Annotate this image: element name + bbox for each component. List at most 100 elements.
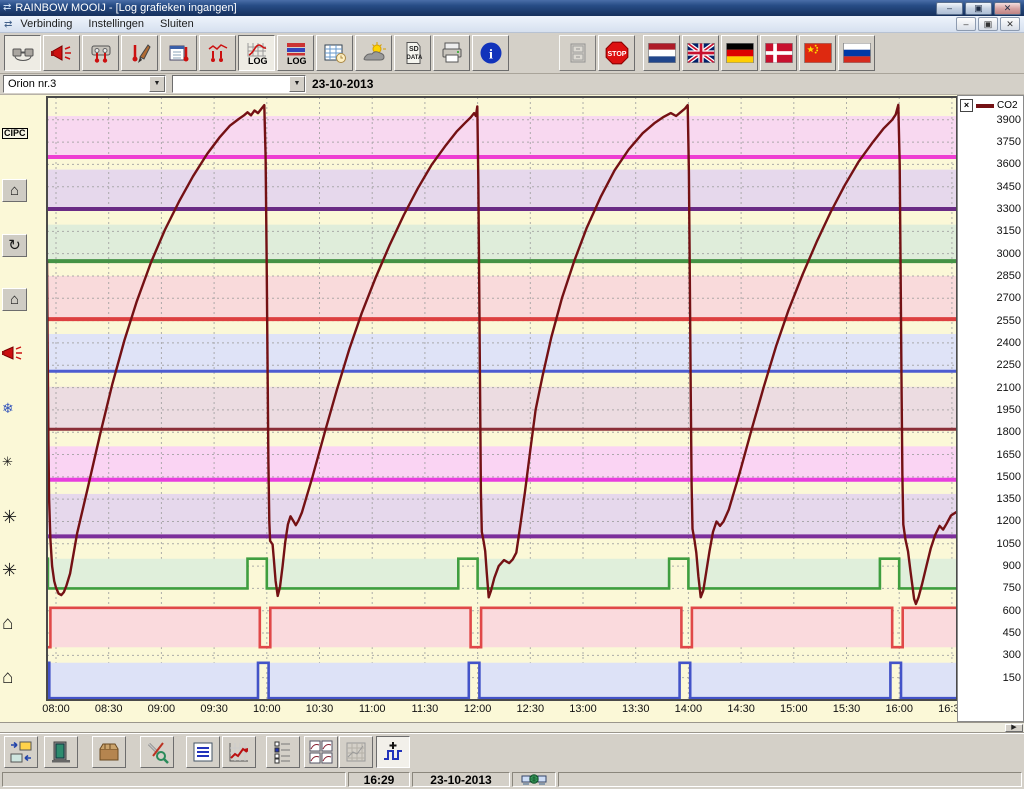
menu-instellingen[interactable]: Instellingen — [88, 18, 144, 30]
menu-verbinding[interactable]: Verbinding — [20, 18, 72, 30]
hatch-2-icon: ⌂ — [2, 668, 44, 687]
flag-uk-icon — [687, 43, 715, 63]
language-english-button[interactable] — [682, 35, 719, 71]
fan-2-icon: ✳ — [2, 561, 44, 579]
y-axis-label-1500: 1500 — [979, 471, 1021, 483]
graph-view-button[interactable] — [222, 736, 256, 768]
y-axis-label-3450: 3450 — [979, 181, 1021, 193]
log-table-button[interactable]: LOG — [277, 35, 314, 71]
secondary-selector[interactable]: ▼ — [172, 75, 306, 93]
menu-sluiten[interactable]: Sluiten — [160, 18, 194, 30]
flag-china-icon — [804, 43, 832, 63]
printer-icon — [439, 41, 465, 65]
card-archive-button[interactable] — [92, 736, 126, 768]
minimize-button[interactable]: – — [936, 2, 963, 15]
threshold-band-0 — [47, 116, 957, 157]
close-button[interactable]: ✕ — [994, 2, 1021, 15]
y-axis-label-1050: 1050 — [979, 538, 1021, 550]
settings-tools-button[interactable] — [140, 736, 174, 768]
sensor-panel-button[interactable] — [82, 35, 119, 71]
storage-house-open-icon-glyph: ⌂ — [2, 288, 27, 311]
alarm-horn-icon — [49, 41, 75, 65]
mdi-close-button[interactable]: ✕ — [1000, 17, 1020, 31]
fan-1-icon: ✳ — [2, 508, 44, 526]
hatch-1-icon: ⌂ — [2, 614, 44, 633]
unit-selector-value: Orion nr.3 — [4, 78, 149, 90]
y-axis-label-900: 900 — [979, 560, 1021, 572]
language-dutch-button[interactable] — [643, 35, 680, 71]
channel-blue-fill — [47, 663, 957, 698]
x-axis-label-09:30: 09:30 — [200, 703, 228, 715]
language-danish-button[interactable] — [760, 35, 797, 71]
threshold-band-2 — [47, 225, 957, 261]
calendar-thermometer-icon — [166, 41, 192, 65]
unit-selector[interactable]: Orion nr.3 ▼ — [3, 75, 166, 93]
info-icon: i — [478, 41, 504, 65]
day-values-button[interactable] — [160, 35, 197, 71]
calibrate-button[interactable] — [121, 35, 158, 71]
selected-date-label: 23-10-2013 — [312, 77, 373, 91]
trend-graph-icon — [226, 740, 252, 764]
x-axis-label-08:30: 08:30 — [95, 703, 123, 715]
log-graph-button[interactable]: LOG — [238, 35, 275, 71]
mdi-minimize-button[interactable]: – — [956, 17, 976, 31]
threshold-band-1 — [47, 170, 957, 209]
language-german-button[interactable] — [721, 35, 758, 71]
cipc-badge: CIPC — [2, 128, 44, 139]
channel-select-button[interactable] — [266, 736, 300, 768]
chevron-down-icon[interactable]: ▼ — [289, 76, 305, 92]
y-axis-label-450: 450 — [979, 627, 1021, 639]
sd-card-icon: SDDATA — [400, 41, 426, 65]
x-axis-label-11:00: 11:00 — [359, 703, 386, 715]
x-axis-label-13:30: 13:30 — [622, 703, 650, 715]
thermometer-panel-icon — [88, 41, 114, 65]
y-axis-label-1200: 1200 — [979, 515, 1021, 527]
co2-color-swatch — [976, 104, 994, 108]
status-panel-right — [558, 772, 1022, 787]
storage-house-fan-icon: ⌂ — [2, 179, 44, 202]
sd-data-button[interactable]: SDDATA — [394, 35, 431, 71]
graph-temperatures-button[interactable] — [199, 35, 236, 71]
info-button[interactable]: i — [472, 35, 509, 71]
language-russian-button[interactable] — [838, 35, 875, 71]
card-box-icon — [96, 740, 122, 764]
list-view-button[interactable] — [186, 736, 220, 768]
status-time: 16:29 — [348, 772, 410, 787]
restore-button[interactable]: ▣ — [965, 2, 992, 15]
alarm-horn-icon — [2, 344, 44, 365]
checkbox-list-icon — [270, 740, 296, 764]
x-axis-label-15:30: 15:30 — [833, 703, 861, 715]
mdi-restore-button[interactable]: ▣ — [978, 17, 998, 31]
import-export-icon — [8, 740, 34, 764]
chevron-down-icon[interactable]: ▼ — [149, 76, 165, 92]
archive-drawers-icon — [565, 41, 591, 65]
weather-button[interactable] — [355, 35, 392, 71]
x-axis-label-16:30: 16:30 — [938, 703, 957, 715]
x-axis-label-12:00: 12:00 — [464, 703, 492, 715]
series-visibility-checkbox[interactable]: × — [960, 99, 973, 112]
print-button[interactable] — [433, 35, 470, 71]
connect-button[interactable] — [4, 35, 41, 71]
scroll-right-arrow-icon[interactable]: ▶ — [1005, 724, 1023, 732]
stop-button[interactable]: STOP — [598, 35, 635, 71]
y-axis-label-600: 600 — [979, 605, 1021, 617]
language-chinese-button[interactable] — [799, 35, 836, 71]
alarm-button[interactable] — [43, 35, 80, 71]
svg-text:DATA: DATA — [406, 55, 422, 61]
frost-icon: ❄ — [2, 401, 44, 415]
transfer-data-button[interactable] — [4, 736, 38, 768]
spreadsheet-clock-icon — [322, 41, 348, 65]
table-values-button[interactable] — [316, 35, 353, 71]
chart-horizontal-scrollbar[interactable]: ▶ — [0, 722, 1024, 733]
y-axis-label-2250: 2250 — [979, 359, 1021, 371]
chart-plot[interactable] — [47, 97, 957, 700]
archive-button — [559, 35, 596, 71]
digital-traces-button[interactable] — [376, 736, 410, 768]
y-axis-label-2100: 2100 — [979, 382, 1021, 394]
multi-graph-button[interactable] — [304, 736, 338, 768]
exit-button[interactable] — [44, 736, 78, 768]
title-bar: ⇄ RAINBOW MOOIJ - [Log grafieken ingange… — [0, 0, 1024, 16]
x-axis: 08:0008:3009:0009:3010:0010:3011:0011:30… — [0, 702, 957, 718]
selector-row: Orion nr.3 ▼ ▼ 23-10-2013 — [0, 74, 1024, 95]
svg-text:STOP: STOP — [607, 51, 626, 58]
